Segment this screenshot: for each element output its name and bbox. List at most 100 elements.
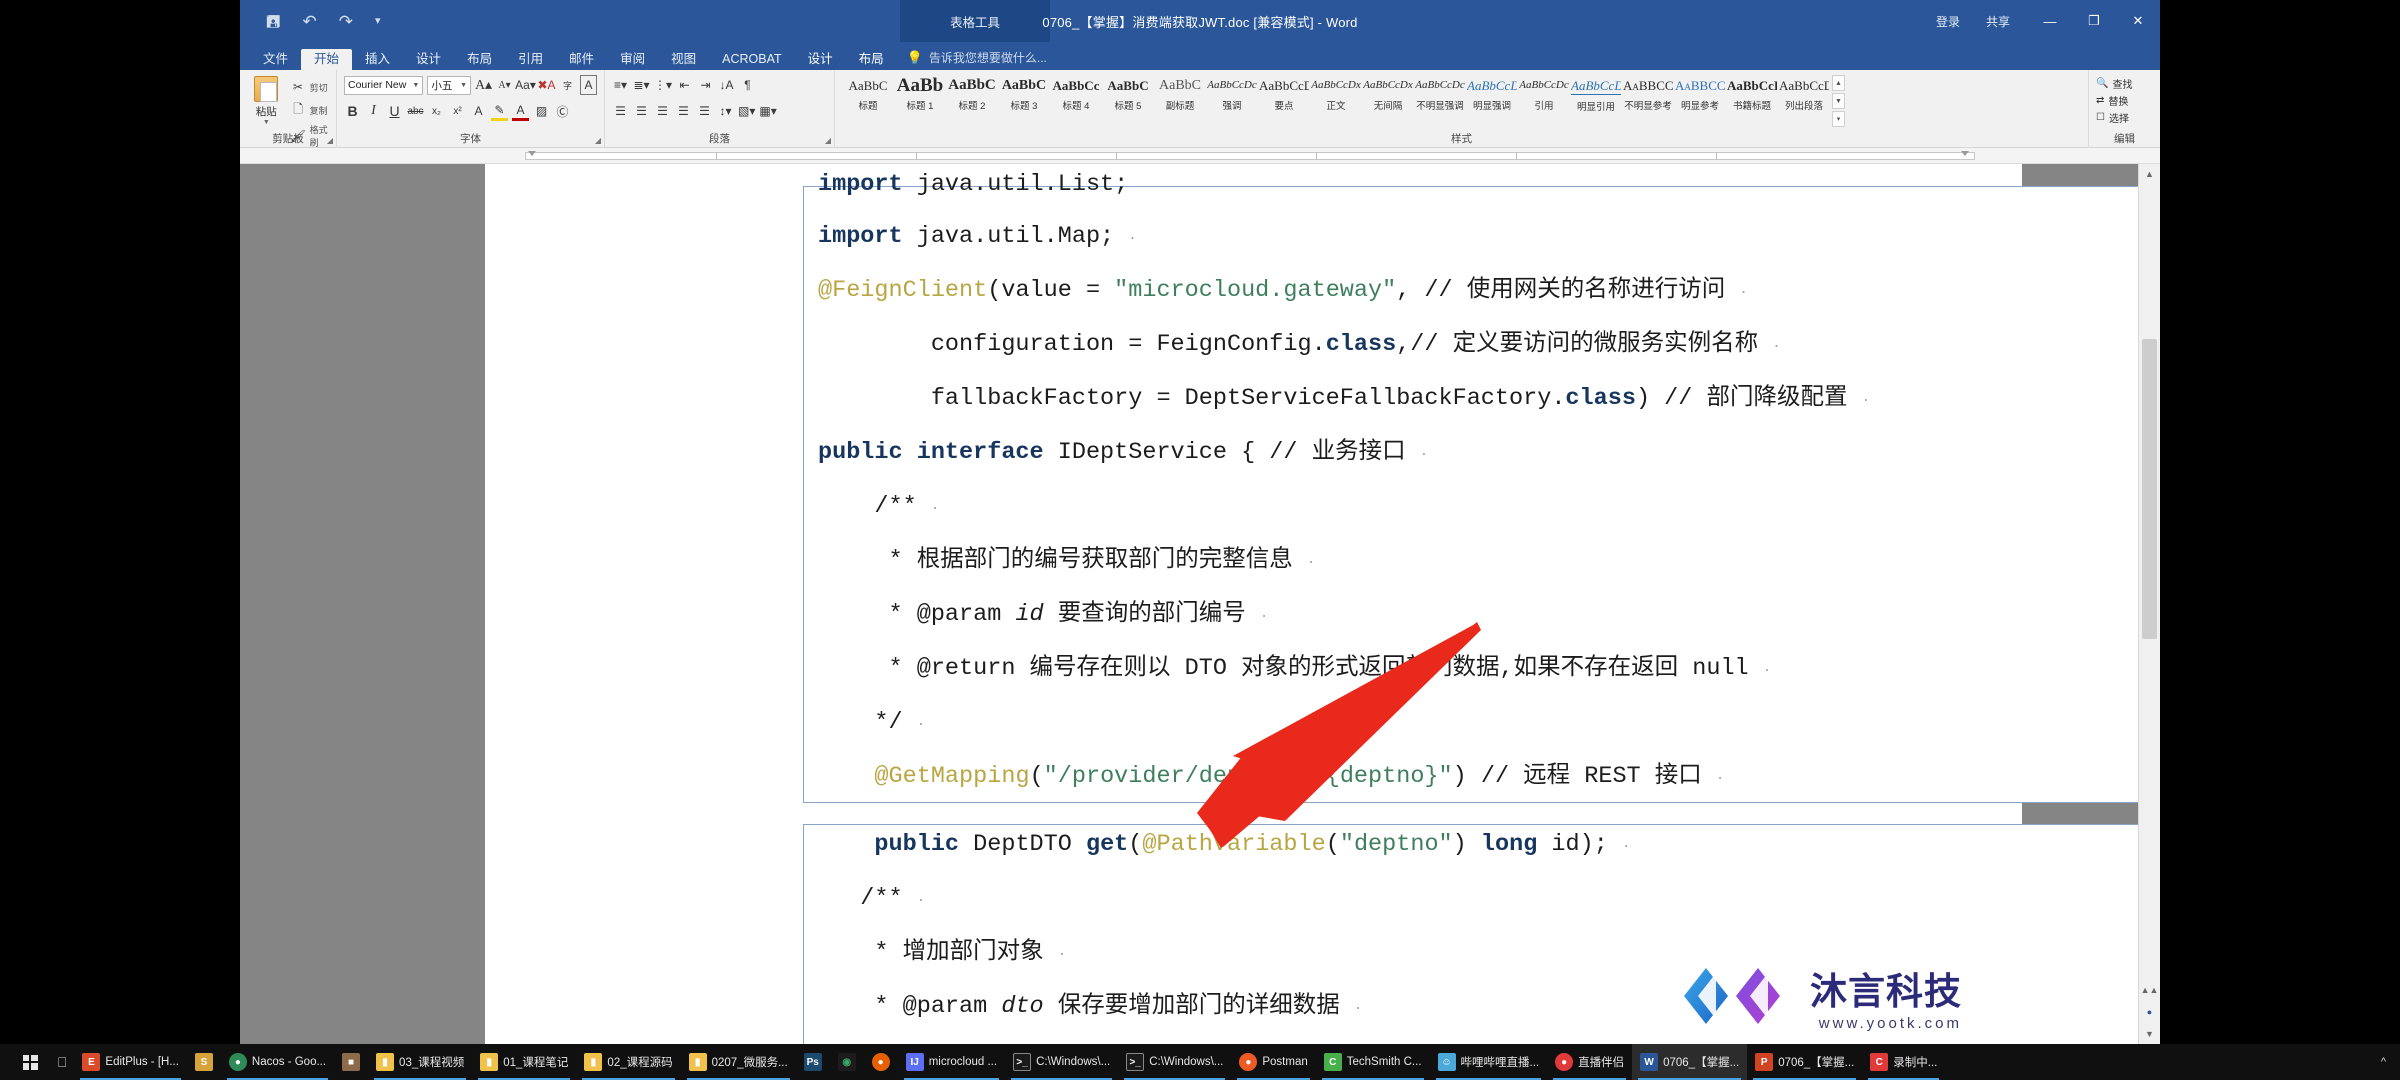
- line-spacing-icon[interactable]: ↕▾: [717, 101, 734, 121]
- character-border-icon[interactable]: A: [580, 75, 597, 95]
- tab-table-layout[interactable]: 布局: [846, 49, 897, 71]
- taskbar-item-gitkraken[interactable]: ◉: [830, 1044, 864, 1080]
- multilevel-list-icon[interactable]: ⋮▾: [654, 75, 672, 95]
- taskbar-item-word[interactable]: W 0706_【掌握...: [1632, 1044, 1748, 1080]
- bold-button[interactable]: B: [344, 101, 361, 121]
- taskbar-item-folder-microservice[interactable]: ▮ 0207_微服务...: [681, 1044, 796, 1080]
- replace-button[interactable]: ⇄ 替换: [2096, 93, 2153, 108]
- taskbar-item-photoshop[interactable]: Ps: [796, 1044, 830, 1080]
- taskbar-item-chrome[interactable]: ● Nacos - Goo...: [221, 1044, 334, 1080]
- style-item[interactable]: AaBbCcDc 明显强调: [1466, 75, 1518, 114]
- tell-me-box[interactable]: 💡 告诉我您想要做什么...: [897, 45, 1057, 70]
- tab-view[interactable]: 视图: [658, 49, 709, 71]
- scroll-down-icon[interactable]: ▼: [2139, 1024, 2160, 1044]
- increase-indent-icon[interactable]: ⇥: [697, 75, 714, 95]
- style-item[interactable]: AaBb 标题 1: [894, 75, 946, 114]
- grow-font-icon[interactable]: A▴: [475, 75, 492, 95]
- style-item[interactable]: AaBbCcD 要点: [1258, 75, 1310, 114]
- tab-references[interactable]: 引用: [505, 49, 556, 71]
- style-item[interactable]: AaBbC 标题 2: [946, 75, 998, 114]
- style-item[interactable]: AaBbC 标题: [842, 75, 894, 114]
- change-case-icon[interactable]: Aa▾: [515, 75, 536, 95]
- start-button[interactable]: [10, 1044, 50, 1080]
- document-page[interactable]: import java.util.List; import java.util.…: [485, 164, 2160, 1044]
- tab-acrobat[interactable]: ACROBAT: [709, 49, 795, 71]
- taskbar-item-sublime[interactable]: S: [187, 1044, 221, 1080]
- copy-icon[interactable]: 🗋: [290, 100, 307, 120]
- taskbar-item-live-companion[interactable]: ● 直播伴侣: [1547, 1044, 1632, 1080]
- share-label[interactable]: 共享: [1986, 13, 2010, 30]
- taskbar-item-recording[interactable]: C 录制中...: [1862, 1044, 1945, 1080]
- select-button[interactable]: ☐ 选择: [2096, 110, 2153, 125]
- horizontal-ruler[interactable]: [240, 148, 2160, 164]
- justify-icon[interactable]: ☰: [675, 101, 692, 121]
- clipboard-dialog-launcher[interactable]: ◢: [327, 136, 333, 145]
- text-effects-icon[interactable]: A: [470, 101, 487, 121]
- font-color-icon[interactable]: A: [512, 101, 529, 121]
- tab-insert[interactable]: 插入: [352, 49, 403, 71]
- signin-label[interactable]: 登录: [1936, 13, 1960, 30]
- font-family-combo[interactable]: Courier New ▼: [344, 75, 424, 95]
- scroll-up-icon[interactable]: ▲: [2139, 164, 2160, 184]
- style-item[interactable]: AaBbCcDc 明显引用: [1570, 75, 1622, 115]
- enclose-characters-icon[interactable]: Ⓒ: [554, 101, 571, 121]
- style-item[interactable]: AaBbC 标题 5: [1102, 75, 1154, 114]
- vertical-scrollbar[interactable]: ▲ ▲▲ ● ▼: [2138, 164, 2160, 1044]
- style-gallery-scroll[interactable]: ▲ ▼ ▾: [1832, 75, 1845, 127]
- style-item[interactable]: AaBbCcDx 正文: [1310, 75, 1362, 114]
- style-scroll-up-icon[interactable]: ▲: [1832, 75, 1845, 91]
- font-size-combo[interactable]: 小五 ▼: [427, 75, 471, 95]
- style-item[interactable]: AaBbCcD 书籍标题: [1726, 75, 1778, 114]
- taskbar-item-cmd-2[interactable]: >_ C:\Windows\...: [1118, 1044, 1231, 1080]
- align-left-icon[interactable]: ☰: [612, 101, 629, 121]
- shading-icon[interactable]: ▨: [533, 101, 550, 121]
- taskbar-item-powerpoint[interactable]: P 0706_【掌握...: [1747, 1044, 1862, 1080]
- taskbar-item-folder-notes[interactable]: ▮ 01_课程笔记: [472, 1044, 576, 1080]
- underline-button[interactable]: U: [386, 101, 403, 121]
- strikethrough-button[interactable]: abc: [407, 101, 424, 121]
- italic-button[interactable]: I: [365, 101, 382, 121]
- clear-formatting-icon[interactable]: ✖A: [537, 75, 555, 95]
- tab-design[interactable]: 设计: [403, 49, 454, 71]
- taskbar-item-firefox[interactable]: ●: [864, 1044, 898, 1080]
- style-item[interactable]: AaBbCcDc 不明显强调: [1414, 75, 1466, 114]
- tray-overflow-icon[interactable]: ^: [2381, 1056, 2386, 1068]
- style-item[interactable]: AaBbC 副标题: [1154, 75, 1206, 114]
- align-center-icon[interactable]: ☰: [633, 101, 650, 121]
- superscript-button[interactable]: x²: [449, 101, 466, 121]
- show-marks-icon[interactable]: ¶: [739, 75, 756, 95]
- style-item[interactable]: AaBBCCD 不明显参考: [1622, 75, 1674, 114]
- style-item[interactable]: AaBbCcDc 列出段落: [1778, 75, 1830, 114]
- paragraph-dialog-launcher[interactable]: ◢: [825, 136, 831, 145]
- taskbar-item-postman[interactable]: ● Postman: [1231, 1044, 1315, 1080]
- style-item[interactable]: AaBBCCl 明显参考: [1674, 75, 1726, 114]
- style-scroll-down-icon[interactable]: ▼: [1832, 93, 1845, 109]
- tab-file[interactable]: 文件: [250, 49, 301, 71]
- taskbar-item-folder-video[interactable]: ▮ 03_课程视频: [368, 1044, 472, 1080]
- document-area[interactable]: import java.util.List; import java.util.…: [240, 164, 2160, 1044]
- taskbar-item-idea[interactable]: IJ microcloud ...: [898, 1044, 1005, 1080]
- tab-mailings[interactable]: 邮件: [556, 49, 607, 71]
- right-indent-marker[interactable]: [1961, 151, 1969, 156]
- distribute-icon[interactable]: ☰: [696, 101, 713, 121]
- style-item[interactable]: AaBbCc 标题 4: [1050, 75, 1102, 114]
- previous-page-icon[interactable]: ▲▲: [2139, 980, 2160, 1000]
- numbering-icon[interactable]: ≣▾: [633, 75, 650, 95]
- scrollbar-thumb[interactable]: [2142, 339, 2157, 639]
- left-indent-marker[interactable]: [528, 151, 536, 156]
- taskbar-item-app[interactable]: ■: [334, 1044, 368, 1080]
- restore-button[interactable]: ❐: [2072, 0, 2116, 42]
- tab-home[interactable]: 开始: [301, 48, 353, 70]
- sort-icon[interactable]: ↓A: [718, 75, 735, 95]
- paragraph-shading-icon[interactable]: ▧▾: [738, 101, 755, 121]
- cut-icon[interactable]: ✂: [290, 77, 307, 97]
- taskbar-item-cmd-1[interactable]: >_ C:\Windows\...: [1005, 1044, 1118, 1080]
- style-item[interactable]: AaBbCcDc 强调: [1206, 75, 1258, 114]
- tab-layout[interactable]: 布局: [454, 49, 505, 71]
- taskbar-item-techsmith[interactable]: C TechSmith C...: [1316, 1044, 1430, 1080]
- borders-icon[interactable]: ▦▾: [759, 101, 776, 121]
- highlight-color-icon[interactable]: ✎: [491, 101, 508, 121]
- close-button[interactable]: ✕: [2116, 0, 2160, 42]
- task-view-button[interactable]: ⎕: [50, 1044, 74, 1080]
- minimize-button[interactable]: —: [2028, 0, 2072, 42]
